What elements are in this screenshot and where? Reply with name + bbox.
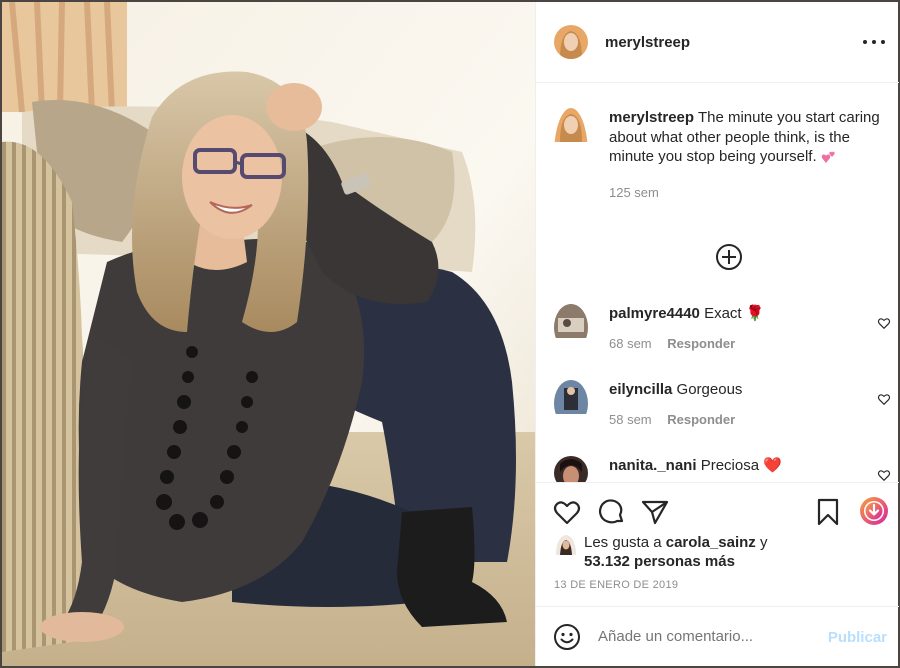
caption-username[interactable]: merylstreep [609, 109, 694, 126]
comment-item: eilyncilla Gorgeous 58 sem Responder [554, 380, 899, 427]
likes-conj: y [759, 534, 768, 551]
author-avatar[interactable] [554, 25, 588, 59]
comment-meta: 58 sem Responder [609, 412, 859, 427]
reply-link[interactable]: Responder [667, 412, 735, 427]
comment-time: 58 sem [609, 412, 652, 427]
post-modal: merylstreep merylstreep The minute you s… [0, 0, 900, 668]
post-side-panel: merylstreep merylstreep The minute you s… [535, 2, 899, 666]
caption-avatar[interactable] [554, 108, 588, 202]
send-icon[interactable] [640, 497, 670, 527]
comment-text: Gorgeous [676, 381, 743, 398]
heart-icon[interactable] [552, 497, 582, 527]
avatar-image [554, 304, 588, 338]
comment-emoji: ❤️ [763, 457, 782, 474]
comment-icon[interactable] [596, 497, 626, 527]
heart-icon[interactable] [877, 316, 891, 330]
likes-user[interactable]: carola_sainz [666, 534, 756, 551]
bookmark-icon[interactable] [813, 497, 843, 527]
likes-text: Les gusta a carola_sainz y 53.132 person… [584, 533, 767, 571]
comment-line: palmyre4440 Exact 🌹 [609, 304, 859, 323]
comment-body: eilyncilla Gorgeous 58 sem Responder [609, 380, 859, 427]
likes-prefix: Les gusta a [584, 534, 662, 551]
avatar-image [554, 380, 588, 414]
download-icon[interactable] [858, 495, 890, 527]
avatar-image [554, 456, 588, 482]
likes-others[interactable]: 53.132 personas más [584, 553, 735, 570]
caption-time: 125 sem [609, 184, 659, 200]
comment-username[interactable]: palmyre4440 [609, 305, 700, 322]
comment-body: palmyre4440 Exact 🌹 68 sem Responder [609, 304, 859, 351]
dot [872, 40, 876, 44]
comment-username[interactable]: nanita._nani [609, 457, 697, 474]
comment-text: Exact [704, 305, 742, 322]
comment-line: eilyncilla Gorgeous [609, 380, 859, 399]
likes-summary: Les gusta a carola_sainz y 53.132 person… [556, 533, 886, 571]
post-image [2, 2, 535, 666]
comment-username[interactable]: eilyncilla [609, 381, 672, 398]
comment-emoji: 🌹 [745, 305, 765, 322]
caption-body: merylstreep The minute you start caring … [609, 108, 894, 202]
post-caption: merylstreep The minute you start caring … [554, 108, 894, 202]
comment-text: Preciosa [700, 457, 760, 474]
post-photo[interactable] [2, 2, 535, 666]
comment-body: nanita._nani Preciosa ❤️ [609, 456, 859, 482]
commenter-avatar[interactable] [554, 304, 588, 351]
emoji-icon[interactable] [553, 623, 581, 651]
more-options-icon[interactable] [863, 32, 885, 52]
author-username[interactable]: merylstreep [605, 34, 690, 51]
heart-icon[interactable] [877, 468, 891, 482]
liker-avatar[interactable] [556, 535, 576, 571]
comment-input[interactable] [598, 628, 818, 645]
avatar-image [554, 25, 588, 59]
heart-icon[interactable] [877, 392, 891, 406]
comment-line: nanita._nani Preciosa ❤️ [609, 456, 859, 475]
comments-list[interactable]: merylstreep The minute you start caring … [536, 84, 899, 482]
publish-button[interactable]: Publicar [828, 629, 887, 646]
post-date[interactable]: 13 DE ENERO DE 2019 [554, 579, 678, 591]
avatar-image [554, 108, 588, 142]
post-actions: Les gusta a carola_sainz y 53.132 person… [536, 482, 899, 606]
dot [881, 40, 885, 44]
post-header: merylstreep [536, 2, 899, 83]
dot [863, 40, 867, 44]
two-hearts-icon [821, 151, 835, 164]
commenter-avatar[interactable] [554, 456, 588, 482]
commenter-avatar[interactable] [554, 380, 588, 427]
add-comment-bar: Publicar [536, 606, 899, 666]
comment-item: nanita._nani Preciosa ❤️ [554, 456, 899, 482]
comment-time: 68 sem [609, 336, 652, 351]
reply-link[interactable]: Responder [667, 336, 735, 351]
comment-meta: 68 sem Responder [609, 336, 859, 351]
comment-item: palmyre4440 Exact 🌹 68 sem Responder [554, 304, 899, 351]
caption-emoji [821, 148, 837, 165]
avatar-image [556, 535, 576, 555]
plus-circle-icon[interactable] [715, 243, 743, 271]
